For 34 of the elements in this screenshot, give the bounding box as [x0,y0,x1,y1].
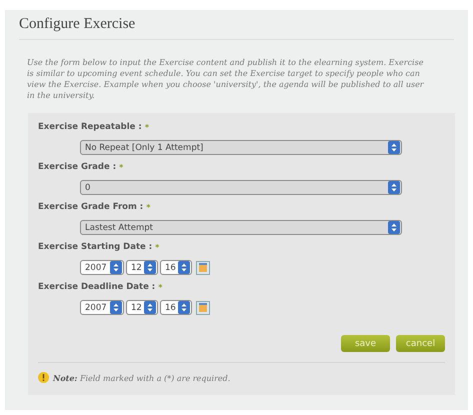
spinner-icon [178,301,190,314]
spinner-icon [388,181,400,194]
dropdown[interactable]: Lastest Attempt [80,220,402,235]
dropdown[interactable]: 2007 [80,300,124,315]
required-mark: * [119,162,124,174]
field-label: Exercise Grade : [38,161,116,174]
calendar-icon[interactable] [196,300,210,314]
page-title: Configure Exercise [19,16,454,40]
description-text: Use the form below to input the Exercise content and publish it to the elearning system. Exercise is similar to upcoming event schedule. You can set the Exercise target to specify people who can view the Exercise. Example when you choose 'university', the agenda will be published to all user in the university. [27,57,425,101]
note-text: Note: Field marked with a (*) are required. [53,372,230,382]
dropdown[interactable]: 12 [126,260,158,275]
field-label: Exercise Grade From : [38,201,144,214]
spinner-icon [388,221,400,234]
required-mark: * [155,242,160,254]
dropdown[interactable]: 0 [80,180,402,195]
spinner-icon [144,261,156,274]
required-mark: * [144,122,149,134]
spinner-icon [110,261,122,274]
dropdown[interactable]: 16 [160,260,192,275]
spinner-icon [110,301,122,314]
field-label: Exercise Deadline Date : [38,281,156,294]
field-label: Exercise Starting Date : [38,241,152,254]
spinner-icon [388,141,400,154]
warning-icon [38,372,49,383]
spinner-icon [144,301,156,314]
calendar-icon[interactable] [196,260,210,274]
dropdown[interactable]: 16 [160,300,192,315]
dropdown[interactable]: 2007 [80,260,124,275]
required-mark: * [158,282,162,294]
dropdown[interactable]: No Repeat [Only 1 Attempt] [80,140,402,155]
spinner-icon [178,261,190,274]
dropdown[interactable]: 12 [126,300,158,315]
required-mark: * [146,202,150,214]
field-label: Exercise Repeatable : [38,121,142,134]
